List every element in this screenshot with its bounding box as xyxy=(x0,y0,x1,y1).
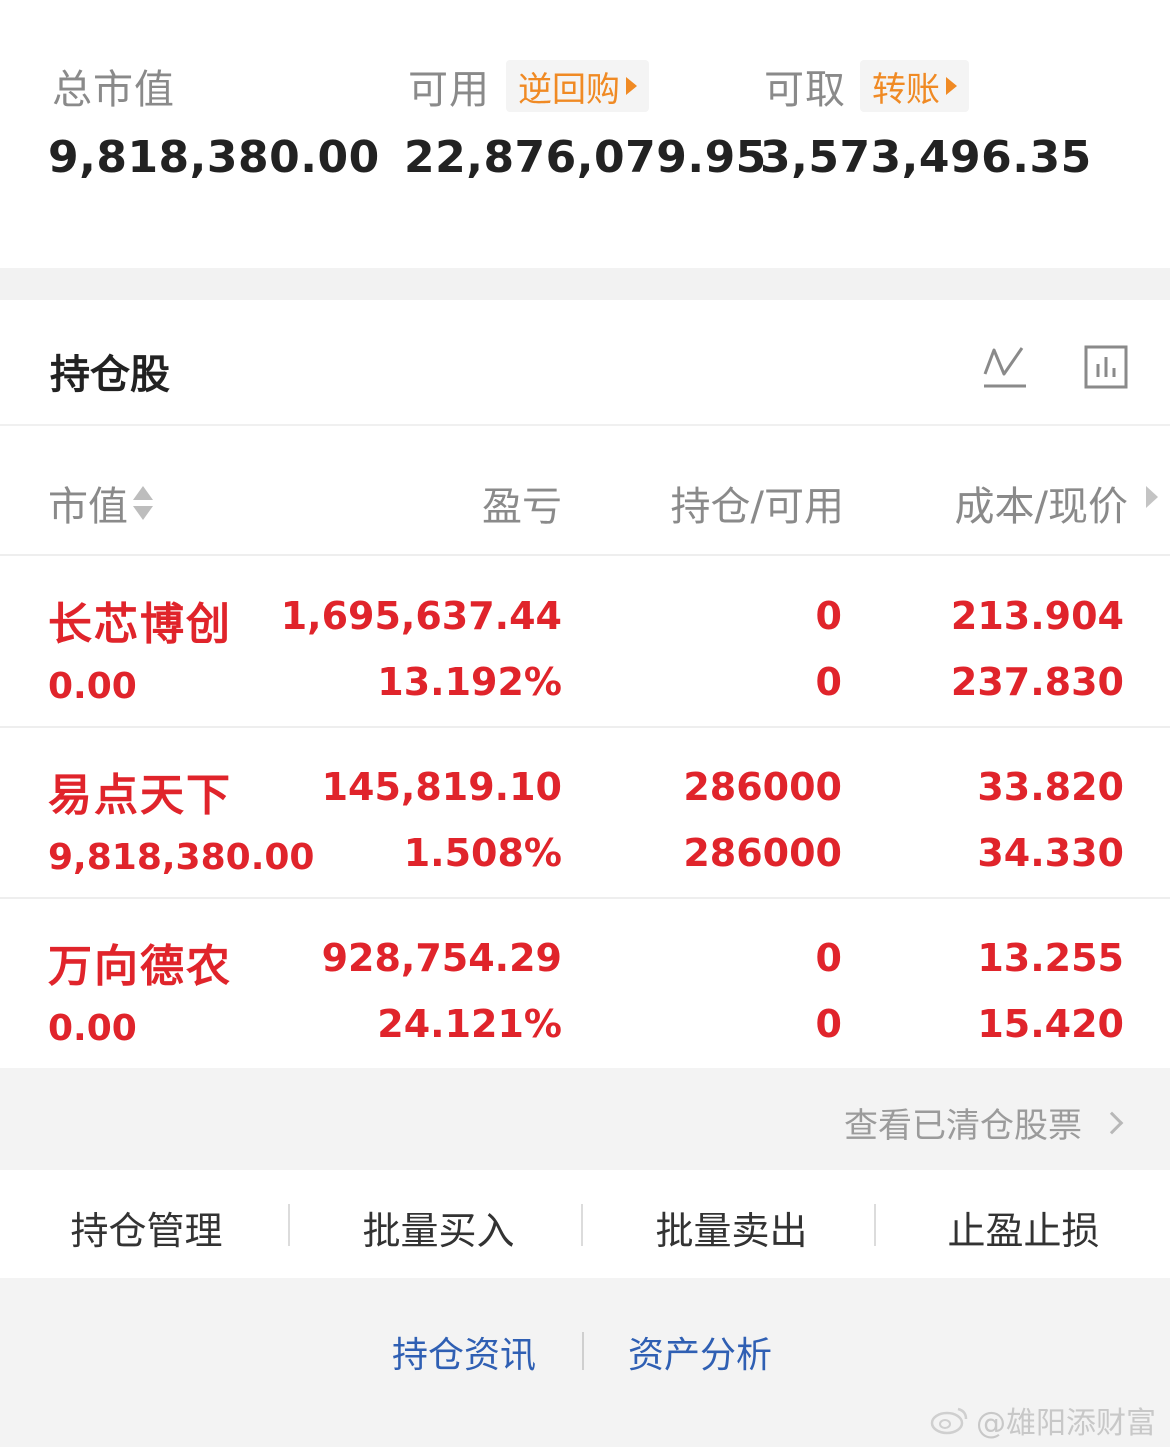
cost-price-column-label: 成本/现价 xyxy=(954,484,1128,530)
holdings-title: 持仓股 xyxy=(50,352,170,398)
stock-name: 易点天下 xyxy=(48,770,232,821)
market-value-sort-header[interactable]: 市值 xyxy=(48,474,154,532)
total-market-value: 9,818,380.00 xyxy=(48,132,380,183)
holdings-header: 持仓股 xyxy=(0,300,1170,426)
divider xyxy=(874,1204,876,1246)
profit-loss-amount: 1,695,637.44 xyxy=(280,594,562,638)
cost-price: 13.255 xyxy=(977,936,1124,980)
divider xyxy=(288,1204,290,1246)
view-cleared-stocks-label: 查看已清仓股票 xyxy=(844,1106,1082,1146)
triangle-right-icon xyxy=(626,77,637,95)
weibo-icon xyxy=(930,1407,968,1435)
profit-loss-percent: 13.192% xyxy=(377,660,562,704)
table-row[interactable]: 长芯博创 0.00 1,695,637.44 13.192% 0 0 213.9… xyxy=(0,558,1170,728)
transfer-label: 转账 xyxy=(872,69,940,110)
cost-price: 33.820 xyxy=(977,765,1124,809)
triangle-right-icon[interactable] xyxy=(1144,484,1160,510)
current-price: 34.330 xyxy=(977,831,1124,875)
withdrawable-block: 可取 转账 3,573,496.35 xyxy=(760,58,1092,183)
available-block: 可用 逆回购 22,876,079.95 xyxy=(404,58,767,183)
cost-price: 213.904 xyxy=(950,594,1124,638)
view-cleared-stocks-link[interactable]: 查看已清仓股票 xyxy=(844,1098,1124,1147)
profit-loss-percent: 24.121% xyxy=(377,1002,562,1046)
current-price: 237.830 xyxy=(950,660,1124,704)
sort-icon xyxy=(133,486,153,520)
reverse-repo-label: 逆回购 xyxy=(518,69,620,110)
holdings-page: 总市值 9,818,380.00 可用 逆回购 22,876,079.95 可取… xyxy=(0,0,1170,1447)
position-quantity: 286000 xyxy=(683,765,842,809)
total-market-value-block: 总市值 9,818,380.00 xyxy=(48,58,380,183)
stock-name: 长芯博创 xyxy=(48,599,232,650)
holdings-column-header: 市值 盈亏 持仓/可用 成本/现价 xyxy=(0,428,1170,556)
cleared-stocks-bar: 查看已清仓股票 xyxy=(0,1068,1170,1170)
market-value-column-label: 市值 xyxy=(48,484,128,530)
batch-sell-button[interactable]: 批量卖出 xyxy=(585,1200,878,1255)
position-quantity: 0 xyxy=(815,936,842,980)
position-column-label: 持仓/可用 xyxy=(670,484,844,530)
available-label: 可用 xyxy=(408,67,490,113)
withdrawable-label: 可取 xyxy=(764,67,846,113)
withdrawable-value: 3,573,496.35 xyxy=(760,132,1092,183)
take-profit-stop-loss-button[interactable]: 止盈止损 xyxy=(877,1200,1170,1255)
divider xyxy=(581,1204,583,1246)
chevron-right-icon xyxy=(1100,1111,1124,1134)
available-quantity: 0 xyxy=(815,1002,842,1046)
profit-loss-amount: 928,754.29 xyxy=(321,936,562,980)
watermark-text: @雄阳添财富 xyxy=(976,1406,1156,1441)
triangle-right-icon xyxy=(946,77,957,95)
holdings-news-link[interactable]: 持仓资讯 xyxy=(392,1326,536,1378)
position-quantity: 0 xyxy=(815,594,842,638)
stock-name: 万向德农 xyxy=(48,941,232,992)
profit-loss-column-label: 盈亏 xyxy=(482,484,562,530)
transfer-button[interactable]: 转账 xyxy=(860,60,969,112)
reverse-repo-button[interactable]: 逆回购 xyxy=(506,60,649,112)
batch-buy-button[interactable]: 批量买入 xyxy=(292,1200,585,1255)
stock-market-value: 9,818,380.00 xyxy=(48,837,315,878)
available-quantity: 0 xyxy=(815,660,842,704)
available-value: 22,876,079.95 xyxy=(404,132,767,183)
profit-loss-percent: 1.508% xyxy=(403,831,562,875)
position-management-button[interactable]: 持仓管理 xyxy=(0,1200,293,1255)
section-divider xyxy=(0,268,1170,300)
profit-loss-amount: 145,819.10 xyxy=(321,765,562,809)
current-price: 15.420 xyxy=(977,1002,1124,1046)
total-market-value-label: 总市值 xyxy=(52,67,175,113)
available-quantity: 286000 xyxy=(683,831,842,875)
watermark: @雄阳添财富 xyxy=(930,1398,1156,1442)
action-bar: 持仓管理 批量买入 批量卖出 止盈止损 xyxy=(0,1170,1170,1278)
divider xyxy=(582,1332,584,1370)
table-row[interactable]: 易点天下 9,818,380.00 145,819.10 1.508% 2860… xyxy=(0,729,1170,899)
asset-analysis-link[interactable]: 资产分析 xyxy=(628,1326,772,1378)
table-row[interactable]: 万向德农 0.00 928,754.29 24.121% 0 0 13.255 … xyxy=(0,900,1170,1068)
line-chart-icon[interactable] xyxy=(982,344,1028,390)
asset-summary: 总市值 9,818,380.00 可用 逆回购 22,876,079.95 可取… xyxy=(0,0,1170,268)
bar-chart-icon[interactable] xyxy=(1083,344,1129,390)
stock-market-value: 0.00 xyxy=(48,666,137,707)
bottom-links: 持仓资讯 资产分析 @雄阳添财富 xyxy=(0,1278,1170,1447)
stock-market-value: 0.00 xyxy=(48,1008,137,1049)
